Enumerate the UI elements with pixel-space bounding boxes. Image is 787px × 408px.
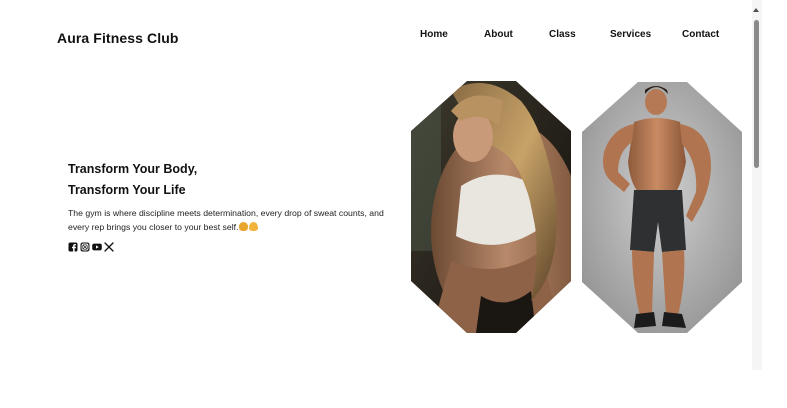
hero-title: Transform Your Body, Transform Your Life <box>68 159 398 201</box>
scroll-up-arrow-icon[interactable] <box>753 8 759 12</box>
hero-title-line1: Transform Your Body, <box>68 162 198 176</box>
photo-female-athlete <box>411 81 571 333</box>
nav-contact[interactable]: Contact <box>682 29 719 40</box>
hero-text: Transform Your Body, Transform Your Life… <box>68 159 398 234</box>
nav-home[interactable]: Home <box>420 29 448 40</box>
hero-title-line2: Transform Your Life <box>68 183 186 197</box>
nav-services[interactable]: Services <box>610 29 651 40</box>
scrollbar-thumb[interactable] <box>754 20 759 168</box>
youtube-icon[interactable] <box>92 242 102 252</box>
nav-about[interactable]: About <box>484 29 513 40</box>
hero-description-text: The gym is where discipline meets determ… <box>68 208 384 232</box>
page-bottom-area <box>0 370 787 408</box>
page: Aura Fitness Club Home About Class Servi… <box>0 0 762 370</box>
fire-icon <box>249 221 259 231</box>
facebook-icon[interactable] <box>68 242 78 252</box>
photo-male-athlete <box>582 82 742 333</box>
instagram-icon[interactable] <box>80 242 90 252</box>
social-links <box>68 242 114 252</box>
hero-description: The gym is where discipline meets determ… <box>68 207 398 234</box>
main-nav: Home About Class Services Contact <box>0 29 762 43</box>
nav-class[interactable]: Class <box>549 29 576 40</box>
flexed-biceps-icon <box>239 221 249 231</box>
x-icon[interactable] <box>104 242 114 252</box>
